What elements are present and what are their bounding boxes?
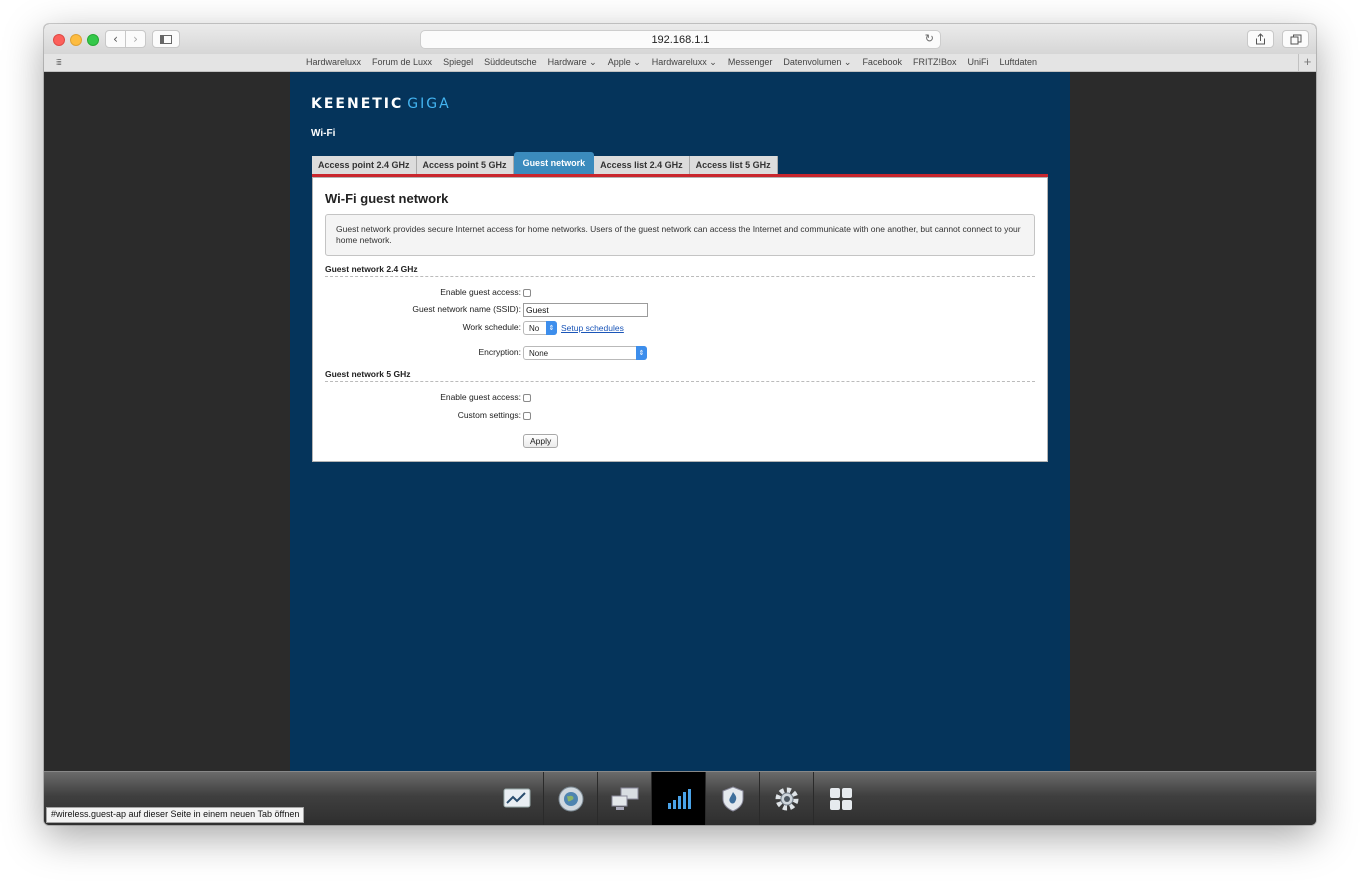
minimize-window-button[interactable]	[70, 34, 82, 46]
row-enable-guest-24: Enable guest access:	[313, 286, 1049, 300]
chevron-right-icon: ›	[133, 32, 138, 46]
favorite-item[interactable]: Spiegel	[443, 57, 473, 68]
dock-home-network[interactable]	[598, 772, 652, 825]
row-ssid: Guest network name (SSID): Guest	[313, 303, 1049, 317]
favorite-item[interactable]: Facebook	[862, 57, 902, 68]
favorites-list: Hardwareluxx Forum de Luxx Spiegel Süddeuts…	[306, 57, 1048, 68]
sidebar-toggle-button[interactable]	[152, 30, 180, 48]
enable-guest-label-5: Enable guest access:	[440, 392, 521, 402]
select-arrows-icon: ⇕	[546, 321, 557, 335]
browser-window: ‹ › 192.168.1.1 ↻ ⁞⁞⁞⁞ Hardwareluxx Forum…	[44, 24, 1316, 825]
dock-internet[interactable]	[544, 772, 598, 825]
security-shield-icon	[722, 786, 743, 812]
favorite-item[interactable]: Hardwareluxx ⌄	[652, 57, 717, 68]
maximize-window-button[interactable]	[87, 34, 99, 46]
tabs-icon	[1290, 34, 1301, 44]
link-status-bar: #wireless.guest-ap auf dieser Seite in e…	[46, 807, 305, 823]
title-bar: ‹ › 192.168.1.1 ↻	[44, 24, 1316, 54]
work-schedule-select[interactable]: No ⇕	[523, 321, 557, 335]
select-arrows-icon: ⇕	[636, 346, 647, 360]
page-title: Wi-Fi	[311, 128, 336, 139]
enable-guest-checkbox-5[interactable]	[523, 394, 531, 402]
favorite-item[interactable]: UniFi	[967, 57, 988, 68]
favorite-item[interactable]: Hardwareluxx	[306, 57, 361, 68]
back-button[interactable]: ‹	[105, 30, 126, 48]
wifi-signal-icon	[667, 789, 691, 809]
guest-network-panel: Wi-Fi guest network Guest network provid…	[312, 177, 1048, 462]
favorite-item[interactable]: FRITZ!Box	[913, 57, 957, 68]
dock-wifi[interactable]	[652, 772, 706, 825]
dock-settings[interactable]	[760, 772, 814, 825]
row-encryption: Encryption: None ⇕	[313, 346, 1049, 360]
ssid-label: Guest network name (SSID):	[412, 304, 521, 314]
monitor-icon	[503, 788, 530, 808]
home-network-icon	[611, 787, 638, 810]
keenetic-logo: KEENETIC GIGA	[311, 96, 451, 112]
info-message: Guest network provides secure Internet a…	[325, 214, 1035, 256]
ssid-input[interactable]: Guest	[523, 303, 648, 317]
favorite-item[interactable]: Hardware ⌄	[548, 57, 597, 68]
internet-globe-icon	[558, 786, 583, 812]
dock-apps[interactable]	[814, 772, 868, 825]
address-bar[interactable]: 192.168.1.1 ↻	[420, 30, 941, 49]
favorites-bar: ⁞⁞⁞⁞ Hardwareluxx Forum de Luxx Spiegel Süd…	[44, 54, 1316, 72]
row-custom-settings: Custom settings:	[313, 409, 1049, 423]
setup-schedules-link[interactable]: Setup schedules	[561, 323, 624, 333]
enable-guest-checkbox-24[interactable]	[523, 289, 531, 297]
page-viewport: KEENETIC GIGA Wi-Fi Access point 2.4 GHz …	[44, 72, 1316, 771]
apply-button[interactable]: Apply	[523, 434, 559, 448]
encryption-select[interactable]: None ⇕	[523, 346, 647, 360]
custom-settings-checkbox[interactable]	[523, 412, 531, 420]
router-admin-page: KEENETIC GIGA Wi-Fi Access point 2.4 GHz …	[290, 72, 1070, 771]
panel-title: Wi-Fi guest network	[325, 191, 449, 206]
tab-bar: Access point 2.4 GHz Access point 5 GHz …	[312, 152, 778, 174]
apps-grid-icon	[830, 788, 852, 810]
tab-guest-network[interactable]: Guest network	[513, 152, 595, 174]
custom-settings-label: Custom settings:	[457, 410, 521, 420]
section-heading-24: Guest network 2.4 GHz	[325, 264, 1035, 277]
work-schedule-label: Work schedule:	[462, 322, 521, 332]
close-window-button[interactable]	[53, 34, 65, 46]
favorite-item[interactable]: Forum de Luxx	[372, 57, 432, 68]
dock-monitor[interactable]	[490, 772, 544, 825]
tab-access-point-5[interactable]: Access point 5 GHz	[416, 156, 514, 174]
favorite-item[interactable]: Luftdaten	[1000, 57, 1038, 68]
sidebar-icon	[160, 34, 172, 44]
new-tab-button[interactable]: +	[1298, 54, 1316, 72]
chevron-left-icon: ‹	[113, 32, 118, 46]
enable-guest-label-24: Enable guest access:	[440, 287, 521, 297]
tab-access-list-5[interactable]: Access list 5 GHz	[689, 156, 778, 174]
share-button[interactable]	[1247, 30, 1274, 48]
favorite-item[interactable]: Datenvolumen ⌄	[783, 57, 851, 68]
row-work-schedule: Work schedule: No ⇕ Setup schedules	[313, 321, 1049, 335]
favorite-item[interactable]: Apple ⌄	[608, 57, 641, 68]
dock-security[interactable]	[706, 772, 760, 825]
reload-icon[interactable]: ↻	[925, 32, 934, 45]
row-enable-guest-5: Enable guest access:	[313, 391, 1049, 405]
tab-access-point-24[interactable]: Access point 2.4 GHz	[312, 156, 417, 174]
url-text: 192.168.1.1	[651, 33, 710, 46]
share-icon	[1256, 33, 1265, 45]
tab-access-list-24[interactable]: Access list 2.4 GHz	[594, 156, 690, 174]
grid-icon[interactable]: ⁞⁞⁞⁞	[56, 58, 62, 67]
favorite-item[interactable]: Messenger	[728, 57, 773, 68]
settings-gear-icon	[775, 787, 798, 811]
forward-button[interactable]: ›	[125, 30, 146, 48]
favorite-item[interactable]: Süddeutsche	[484, 57, 537, 68]
encryption-label: Encryption:	[478, 347, 521, 357]
tab-overview-button[interactable]	[1282, 30, 1309, 48]
section-heading-5: Guest network 5 GHz	[325, 369, 1035, 382]
